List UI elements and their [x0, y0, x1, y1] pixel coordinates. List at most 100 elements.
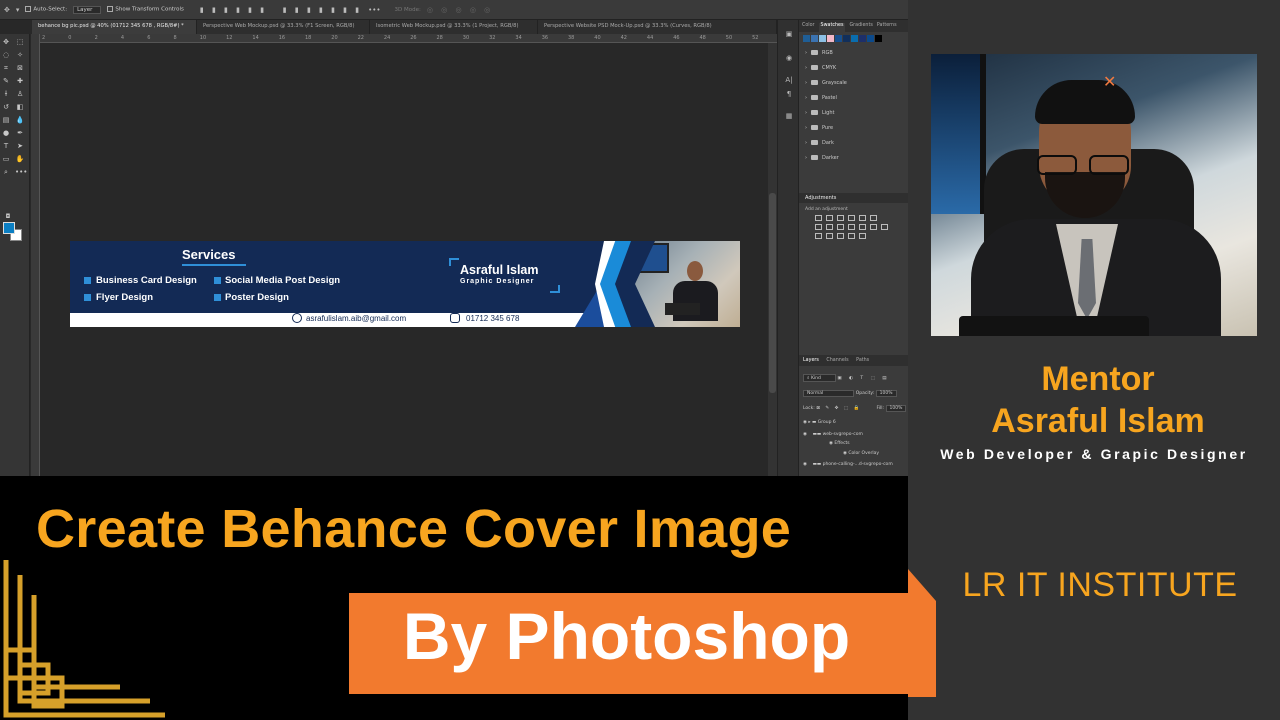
auto-select-checkbox[interactable]: Auto-Select:: [25, 6, 67, 13]
chevron-right-icon[interactable]: ›: [805, 95, 807, 101]
selective-color-icon[interactable]: [848, 233, 855, 239]
gradient-tool-icon[interactable]: ▤: [1, 116, 11, 125]
chevron-right-icon[interactable]: ›: [805, 65, 807, 71]
tab-perspective-website[interactable]: Perspective Website PSD Mock-Up.psd @ 33…: [538, 20, 777, 34]
chevron-right-icon[interactable]: ›: [805, 140, 807, 146]
layer-kind-filter[interactable]: ⌕ Kind: [803, 374, 836, 382]
opacity-input[interactable]: 100%: [875, 390, 897, 397]
color-swatch[interactable]: [867, 35, 874, 42]
layer-row-group[interactable]: ◉ ▸ ▬ Group 6: [803, 420, 836, 425]
lasso-tool-icon[interactable]: ◌: [1, 51, 11, 60]
lock-icons[interactable]: ⊠ ✎ ✥ ⬚ 🔒: [816, 406, 861, 411]
heal-tool-icon[interactable]: ✚: [15, 77, 25, 86]
swatch-group[interactable]: › Light: [799, 105, 908, 120]
blur-tool-icon[interactable]: 💧: [15, 116, 25, 125]
tab-behance-bg[interactable]: behance bg pic.psd @ 40% (01712 345 678 …: [32, 20, 197, 34]
eyedropper-icon[interactable]: ✎: [1, 77, 11, 86]
auto-select-dropdown[interactable]: Layer: [73, 5, 102, 14]
vertical-scrollbar[interactable]: [768, 43, 777, 476]
magic-wand-icon[interactable]: ✧: [15, 51, 25, 60]
adjustments-title[interactable]: Adjustments: [799, 193, 908, 203]
layer-row-web[interactable]: ◉ ▬▬ web-svgrepo-com: [803, 432, 863, 437]
color-swatch[interactable]: [819, 35, 826, 42]
tab-paths[interactable]: Paths: [856, 358, 869, 363]
swatch-group[interactable]: › Darker: [799, 150, 908, 165]
foreground-color-swatch[interactable]: [3, 222, 15, 234]
brightness-icon[interactable]: [815, 215, 822, 221]
color-swatch[interactable]: [835, 35, 842, 42]
invert-icon[interactable]: [815, 233, 822, 239]
swatch-group[interactable]: › Pure: [799, 120, 908, 135]
chevron-right-icon[interactable]: ›: [805, 155, 807, 161]
zoom-tool-icon[interactable]: ⌕: [1, 168, 11, 177]
color-swatch[interactable]: [875, 35, 882, 42]
quick-mask-icon[interactable]: ◘: [3, 212, 13, 221]
history-brush-icon[interactable]: ↺: [1, 103, 11, 112]
layer-row-effects[interactable]: ◉ Effects: [829, 441, 850, 446]
threshold-icon[interactable]: [837, 233, 844, 239]
levels-icon[interactable]: [826, 215, 833, 221]
color-swatch[interactable]: [859, 35, 866, 42]
chevron-right-icon[interactable]: ›: [805, 110, 807, 116]
transform-controls-checkbox[interactable]: Show Transform Controls: [107, 6, 184, 13]
marquee-tool-icon[interactable]: ⬚: [15, 38, 25, 47]
move-tool-icon[interactable]: ✥: [4, 6, 10, 14]
color-swatch[interactable]: [827, 35, 834, 42]
path-select-icon[interactable]: ➤: [15, 142, 25, 151]
tab-color[interactable]: Color: [802, 23, 815, 32]
tab-layers[interactable]: Layers: [803, 358, 819, 363]
filter-icons[interactable]: ▣ ◐ T ⬚ ▤: [837, 376, 889, 381]
chevron-right-icon[interactable]: ›: [805, 80, 807, 86]
black-white-icon[interactable]: [837, 224, 844, 230]
swatch-group[interactable]: › Dark: [799, 135, 908, 150]
swatch-group[interactable]: › Pastel: [799, 90, 908, 105]
chevron-right-icon[interactable]: ›: [805, 125, 807, 131]
chevron-right-icon[interactable]: ›: [805, 50, 807, 56]
shape-tool-icon[interactable]: ▭: [1, 155, 11, 164]
more-options-icon[interactable]: •••: [368, 6, 380, 14]
tab-perspective-web[interactable]: Perspective Web Mockup.psd @ 33.3% (F1 S…: [197, 20, 370, 34]
color-swatch[interactable]: [803, 35, 810, 42]
swatch-group[interactable]: › RGB: [799, 45, 908, 60]
swatch-group[interactable]: › CMYK: [799, 60, 908, 75]
dodge-tool-icon[interactable]: ●: [1, 129, 11, 138]
frame-tool-icon[interactable]: ⊠: [15, 64, 25, 73]
layer-row-overlay[interactable]: ◉ Color Overlay: [843, 451, 879, 456]
tab-swatches[interactable]: Swatches: [818, 23, 846, 32]
history-icon[interactable]: ▣: [784, 30, 794, 40]
layer-row-phone[interactable]: ◉ ▬▬ phone-calling-...d-svgrepo-com: [803, 462, 893, 467]
brush-tool-icon[interactable]: ɫ: [1, 90, 11, 99]
more-tools-icon[interactable]: •••: [15, 168, 27, 177]
color-balance-icon[interactable]: [826, 224, 833, 230]
paragraph-icon[interactable]: ¶: [784, 90, 794, 100]
hue-saturation-icon[interactable]: [815, 224, 822, 230]
gradient-map-icon[interactable]: [870, 215, 877, 221]
libraries-icon[interactable]: ▦: [784, 112, 794, 122]
fill-input[interactable]: 100%: [885, 405, 907, 412]
exposure-icon[interactable]: [848, 215, 855, 221]
pen-tool-icon[interactable]: ✒: [15, 129, 25, 138]
swatch-group[interactable]: › Grayscale: [799, 75, 908, 90]
crop-tool-icon[interactable]: ⌗: [1, 64, 11, 73]
color-swatch[interactable]: [811, 35, 818, 42]
stamp-tool-icon[interactable]: ♙: [15, 90, 25, 99]
eraser-tool-icon[interactable]: ◧: [15, 103, 25, 112]
color-swatch[interactable]: [843, 35, 850, 42]
hand-tool-icon[interactable]: ✋: [15, 155, 25, 164]
tab-gradients[interactable]: Gradients: [849, 23, 872, 32]
align-icons[interactable]: ▮ ▮ ▮ ▮ ▮ ▮ ▮ ▮ ▮ ▮ ▮ ▮ ▮: [200, 6, 362, 14]
blend-mode-select[interactable]: Normal: [803, 390, 855, 397]
eye-icon[interactable]: ◉: [803, 432, 807, 437]
vibrance-icon[interactable]: [859, 215, 866, 221]
color-lookup-icon[interactable]: [870, 224, 877, 230]
color-swatch[interactable]: [851, 35, 858, 42]
channel-mixer-icon[interactable]: [859, 224, 866, 230]
chevron-down-icon[interactable]: ▾: [16, 6, 20, 14]
properties-icon[interactable]: ◉: [784, 54, 794, 64]
gradient-fill-icon[interactable]: [859, 233, 866, 239]
character-icon[interactable]: A|: [784, 76, 794, 86]
curves-icon[interactable]: [837, 215, 844, 221]
eye-icon[interactable]: ◉: [803, 420, 807, 425]
posterize-icon[interactable]: [826, 233, 833, 239]
tab-channels[interactable]: Channels: [826, 358, 848, 363]
